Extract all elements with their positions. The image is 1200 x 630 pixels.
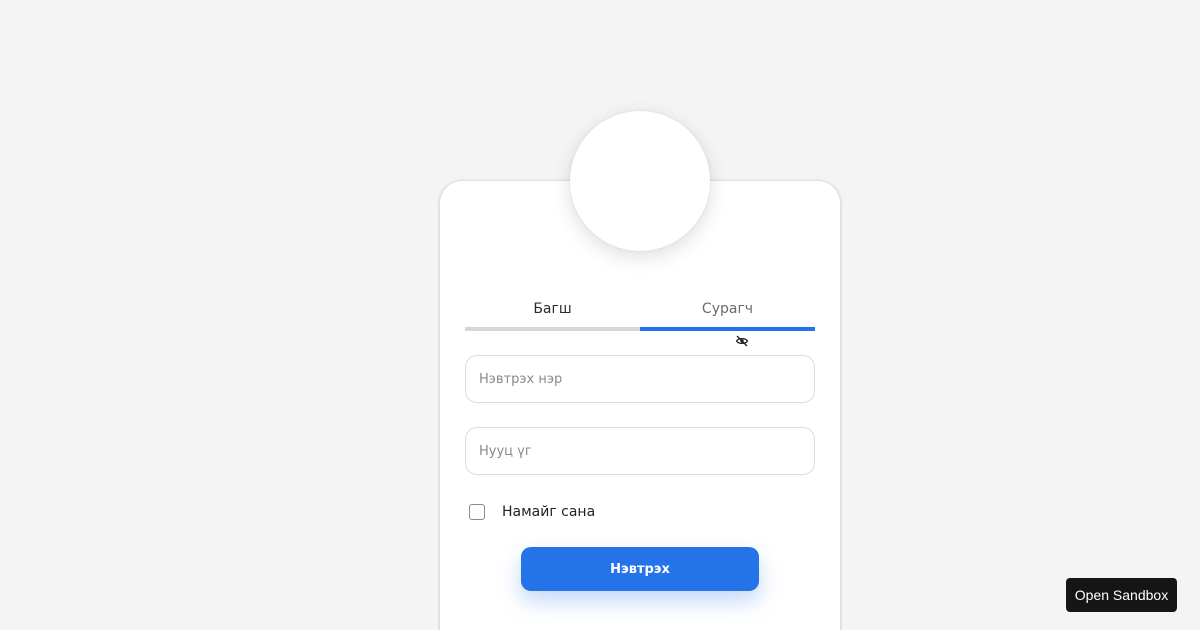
username-field bbox=[465, 355, 815, 403]
open-sandbox-button[interactable]: Open Sandbox bbox=[1066, 578, 1177, 612]
eye-off-icon[interactable] bbox=[735, 335, 749, 347]
tab-student-underline bbox=[640, 327, 815, 331]
remember-label: Намайг сана bbox=[502, 504, 596, 520]
remember-me: Намайг сана bbox=[469, 502, 595, 522]
tab-student[interactable]: Сурагч bbox=[640, 290, 815, 331]
password-input[interactable] bbox=[479, 428, 799, 474]
username-input[interactable] bbox=[479, 356, 799, 402]
tab-teacher-label: Багш bbox=[533, 301, 572, 317]
tab-teacher-underline bbox=[465, 327, 640, 331]
role-tabs: Багш Сурагч bbox=[465, 290, 815, 331]
login-button[interactable]: Нэвтрэх bbox=[521, 547, 759, 591]
password-field bbox=[465, 427, 815, 475]
tab-teacher[interactable]: Багш bbox=[465, 290, 640, 331]
remember-checkbox[interactable] bbox=[469, 504, 485, 520]
tab-student-label: Сурагч bbox=[701, 301, 754, 317]
avatar bbox=[570, 111, 710, 251]
page: Багш Сурагч Намайг сана Нэвтрэх Open San… bbox=[0, 0, 1200, 630]
